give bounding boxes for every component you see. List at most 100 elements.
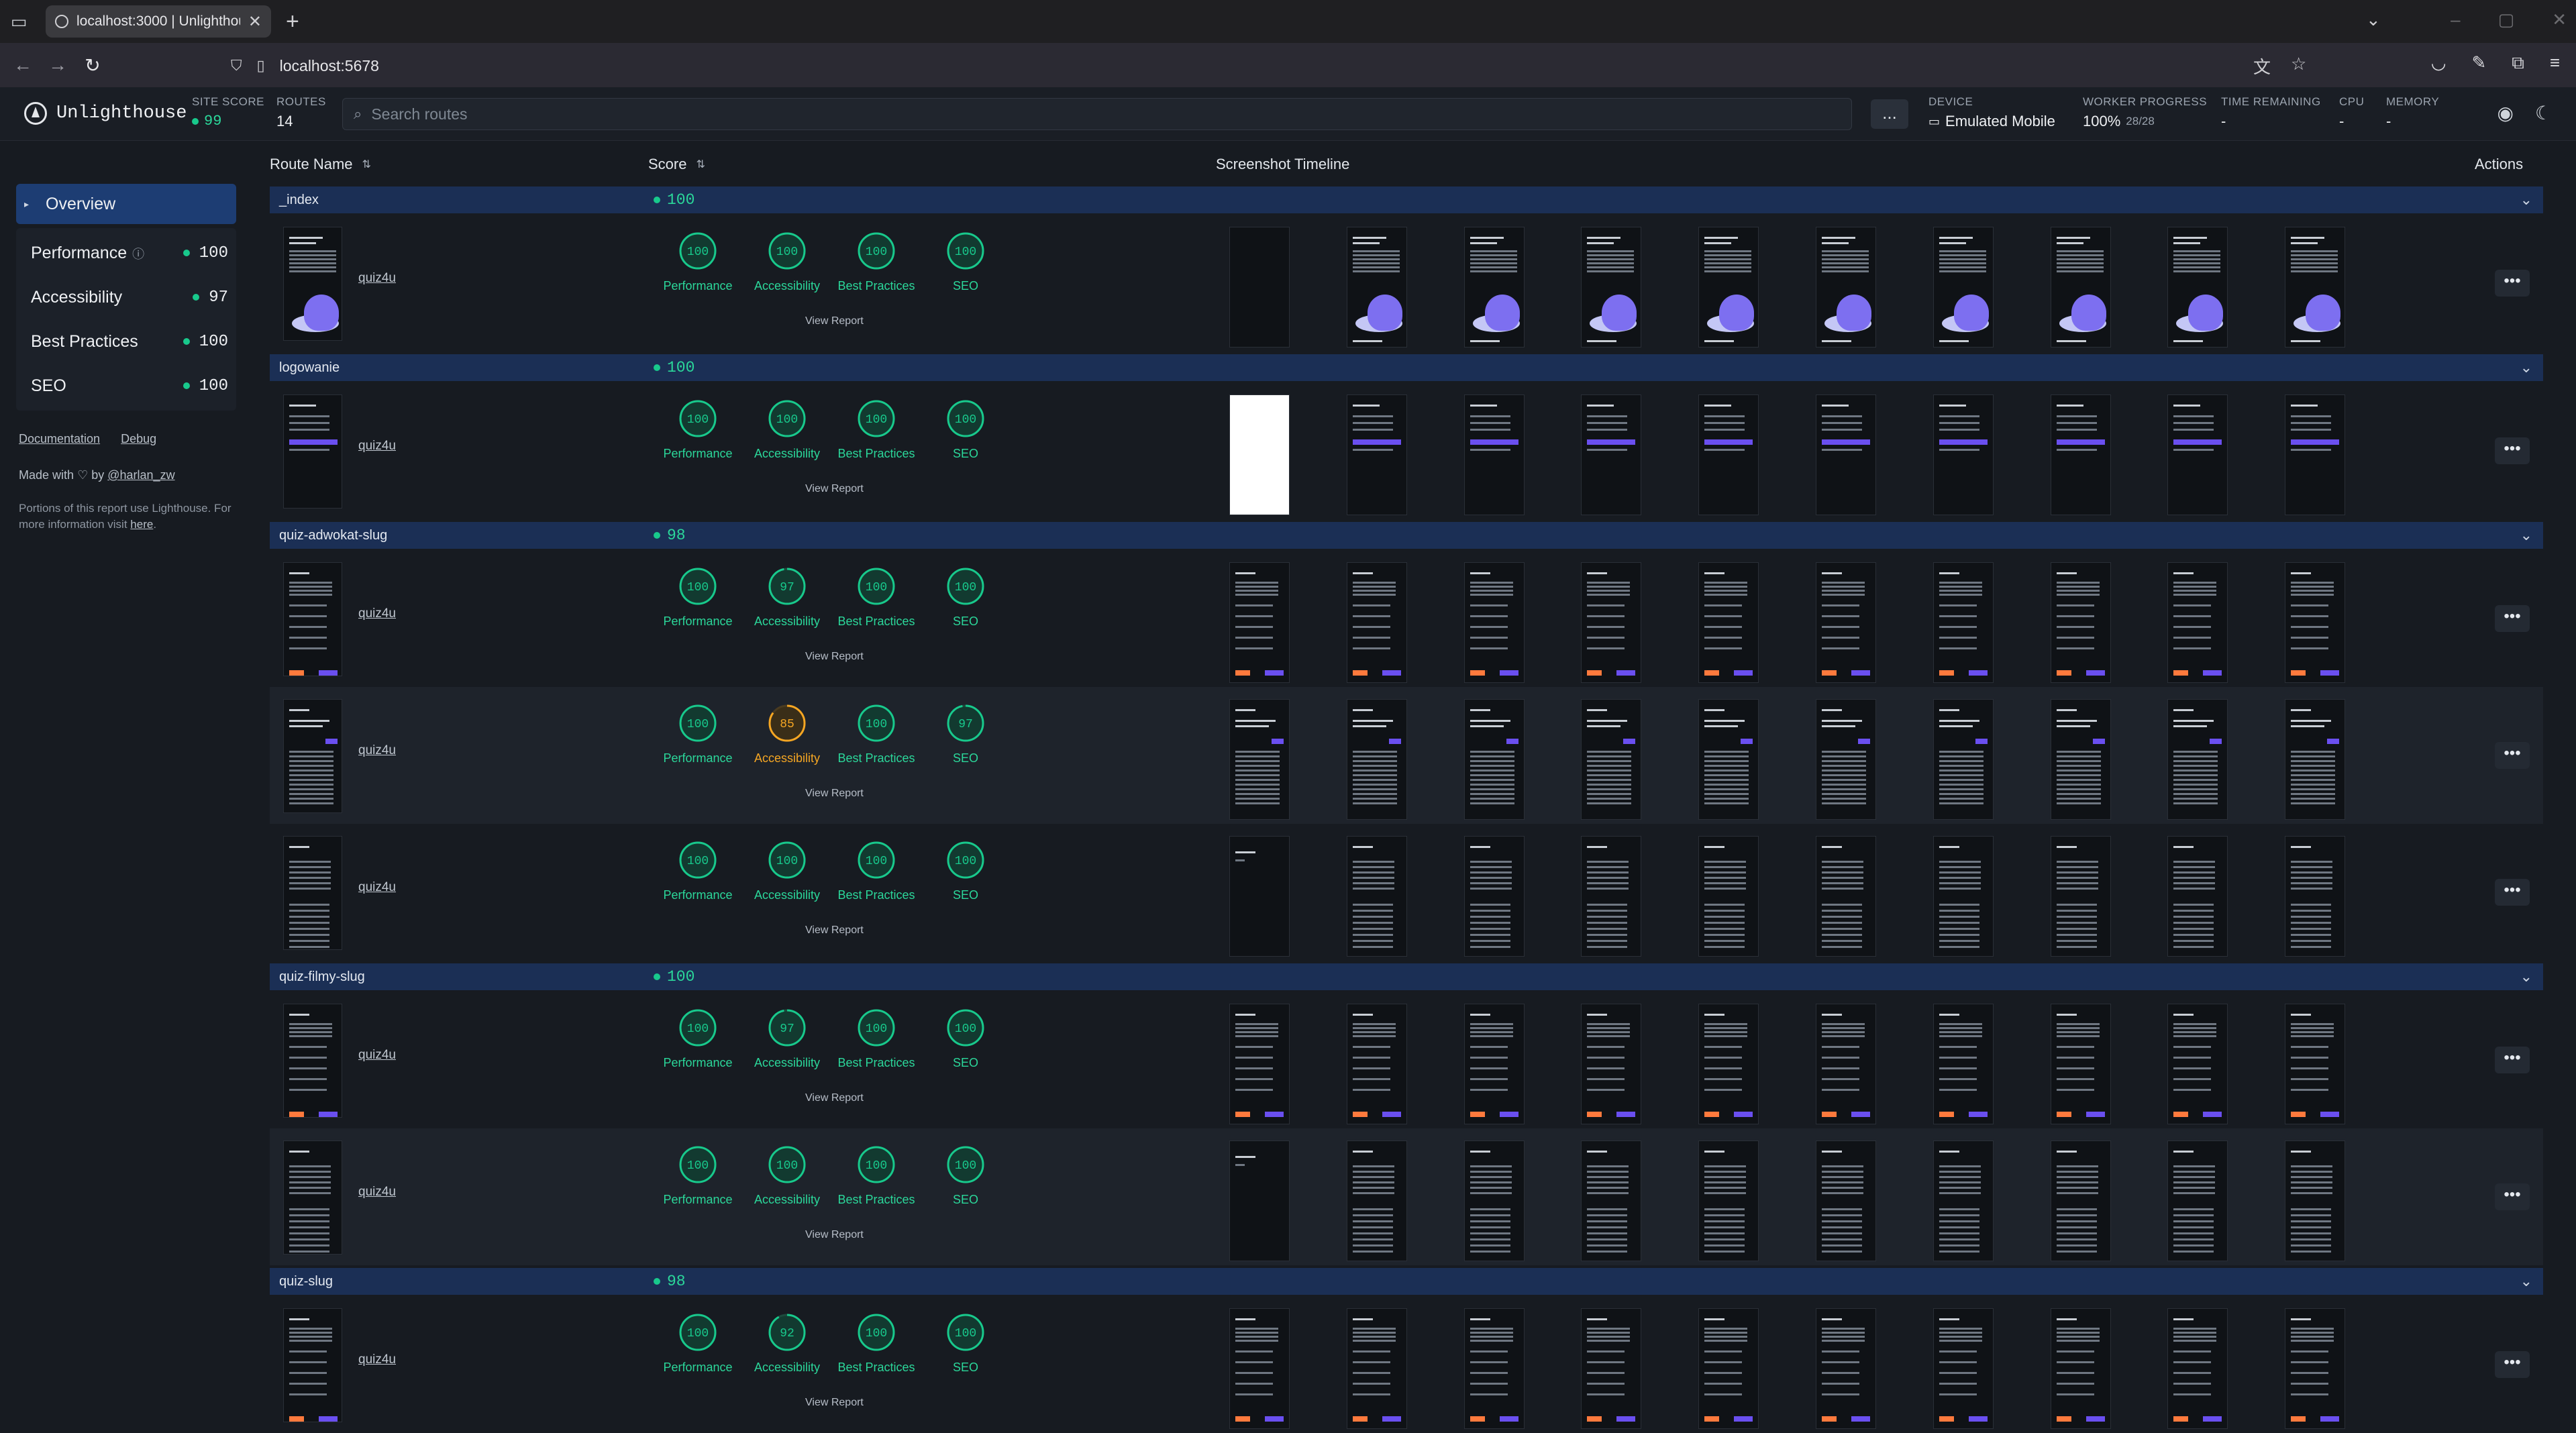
timeline-screenshot[interactable] [1229, 699, 1290, 820]
score-gauge-accessibility[interactable]: 100 Accessibility [743, 399, 831, 461]
timeline-screenshot[interactable] [1933, 699, 1994, 820]
timeline-screenshot[interactable] [1346, 1140, 1407, 1261]
view-report-link[interactable]: View Report [805, 788, 864, 800]
timeline-screenshot[interactable] [1816, 1308, 1876, 1429]
score-column[interactable]: Score ⇅ [648, 156, 705, 173]
score-gauge-best-practices[interactable]: 100 Best Practices [832, 1312, 921, 1375]
timeline-screenshot[interactable] [1581, 394, 1642, 515]
view-report-link[interactable]: View Report [805, 315, 864, 327]
row-actions-button[interactable]: ••• [2495, 1351, 2530, 1378]
route-link[interactable]: quiz4u [358, 1352, 396, 1367]
score-gauge-best-practices[interactable]: 100 Best Practices [832, 399, 921, 461]
url-bar[interactable]: ⛉ ▯ localhost:5678 [231, 51, 2378, 81]
timeline-screenshot[interactable] [1933, 1140, 1994, 1261]
chevron-down-icon[interactable]: ⌄ [2520, 191, 2532, 209]
timeline-screenshot[interactable] [2167, 1308, 2228, 1429]
timeline-screenshot[interactable] [1581, 562, 1642, 683]
route-thumbnail[interactable] [283, 699, 342, 813]
browser-tab[interactable]: localhost:3000 | Unlighthouse ✕ [46, 5, 271, 38]
timeline-screenshot[interactable] [1933, 1004, 1994, 1124]
route-thumbnail[interactable] [283, 1140, 342, 1255]
timeline-screenshot[interactable] [1229, 562, 1290, 683]
score-gauge-performance[interactable]: 100 Performance [654, 566, 742, 629]
timeline-screenshot[interactable] [1463, 562, 1525, 683]
pocket-icon[interactable]: ◡ [2431, 52, 2446, 74]
timeline-screenshot[interactable] [1933, 836, 1994, 957]
timeline-screenshot[interactable] [1463, 1308, 1525, 1429]
route-name-column[interactable]: Route Name ⇅ [270, 156, 371, 173]
view-report-link[interactable]: View Report [805, 1092, 864, 1104]
timeline-screenshot[interactable] [2050, 562, 2111, 683]
score-gauge-accessibility[interactable]: 85 Accessibility [743, 703, 831, 765]
timeline-screenshot[interactable] [1581, 1004, 1642, 1124]
timeline-screenshot[interactable] [1346, 1308, 1407, 1429]
sidebar-item-accessibility[interactable]: Accessibility 97 [16, 275, 236, 319]
maximize-icon[interactable]: ▢ [2498, 9, 2515, 30]
row-actions-button[interactable]: ••• [2495, 1047, 2530, 1073]
close-window-icon[interactable]: ✕ [2552, 9, 2567, 30]
sort-icon[interactable]: ⇅ [696, 158, 705, 171]
route-thumbnail[interactable] [283, 1308, 342, 1422]
score-gauge-accessibility[interactable]: 100 Accessibility [743, 840, 831, 902]
route-thumbnail[interactable] [283, 394, 342, 509]
view-report-link[interactable]: View Report [805, 1229, 864, 1241]
timeline-screenshot[interactable] [1346, 836, 1407, 957]
timeline-screenshot[interactable] [1229, 1004, 1290, 1124]
timeline-screenshot[interactable] [1346, 394, 1407, 515]
app-logo[interactable]: Unlighthouse [24, 102, 187, 125]
row-actions-button[interactable]: ••• [2495, 1183, 2530, 1210]
timeline-screenshot[interactable] [1816, 1004, 1876, 1124]
score-gauge-seo[interactable]: 100 SEO [921, 566, 1010, 629]
tab-overview-icon[interactable]: ▭ [0, 0, 38, 43]
score-gauge-accessibility[interactable]: 100 Accessibility [743, 1145, 831, 1207]
timeline-screenshot[interactable] [1816, 562, 1876, 683]
reload-icon[interactable]: ↻ [75, 54, 110, 76]
timeline-screenshot[interactable] [1346, 699, 1407, 820]
route-group-header[interactable]: _index 100 ⌄ [270, 187, 2543, 213]
timeline-screenshot[interactable] [2050, 1308, 2111, 1429]
timeline-screenshot[interactable] [1816, 699, 1876, 820]
timeline-screenshot[interactable] [1581, 699, 1642, 820]
route-link[interactable]: quiz4u [358, 606, 396, 621]
timeline-screenshot[interactable] [1229, 1308, 1290, 1429]
timeline-screenshot[interactable] [1229, 1140, 1290, 1261]
score-gauge-seo[interactable]: 100 SEO [921, 1145, 1010, 1207]
author-link[interactable]: @harlan_zw [107, 468, 174, 482]
timeline-screenshot[interactable] [1933, 1308, 1994, 1429]
route-group-header[interactable]: logowanie 100 ⌄ [270, 354, 2543, 381]
score-gauge-best-practices[interactable]: 100 Best Practices [832, 703, 921, 765]
route-thumbnail[interactable] [283, 562, 342, 676]
timeline-screenshot[interactable] [1581, 1140, 1642, 1261]
timeline-screenshot[interactable] [1698, 394, 1759, 515]
timeline-screenshot[interactable] [2050, 394, 2111, 515]
timeline-screenshot[interactable] [1346, 1004, 1407, 1124]
route-group-header[interactable]: quiz-slug 98 ⌄ [270, 1268, 2543, 1295]
route-link[interactable]: quiz4u [358, 1048, 396, 1063]
score-gauge-accessibility[interactable]: 100 Accessibility [743, 231, 831, 293]
score-gauge-accessibility[interactable]: 97 Accessibility [743, 1008, 831, 1070]
back-icon[interactable]: ← [5, 54, 40, 76]
row-actions-button[interactable]: ••• [2495, 879, 2530, 906]
chevron-down-icon[interactable]: ⌄ [2520, 359, 2532, 376]
score-gauge-performance[interactable]: 100 Performance [654, 1008, 742, 1070]
timeline-screenshot[interactable] [2285, 1308, 2346, 1429]
route-link[interactable]: quiz4u [358, 1185, 396, 1200]
translate-icon[interactable]: 文 [2253, 54, 2271, 78]
timeline-screenshot[interactable] [1463, 1140, 1525, 1261]
tab-list-chevron-icon[interactable]: ⌄ [2366, 9, 2381, 30]
timeline-screenshot[interactable] [2167, 836, 2228, 957]
documentation-link[interactable]: Documentation [19, 432, 100, 445]
score-gauge-performance[interactable]: 100 Performance [654, 840, 742, 902]
timeline-screenshot[interactable] [2050, 699, 2111, 820]
url-text[interactable]: localhost:5678 [280, 57, 379, 75]
timeline-screenshot[interactable] [1816, 227, 1876, 348]
score-gauge-performance[interactable]: 100 Performance [654, 1312, 742, 1375]
timeline-screenshot[interactable] [1698, 699, 1759, 820]
score-gauge-best-practices[interactable]: 100 Best Practices [832, 840, 921, 902]
view-report-link[interactable]: View Report [805, 1397, 864, 1409]
timeline-screenshot[interactable] [2167, 394, 2228, 515]
timeline-screenshot[interactable] [1581, 227, 1642, 348]
timeline-screenshot[interactable] [1463, 227, 1525, 348]
timeline-screenshot[interactable] [1346, 562, 1407, 683]
timeline-screenshot[interactable] [1933, 394, 1994, 515]
